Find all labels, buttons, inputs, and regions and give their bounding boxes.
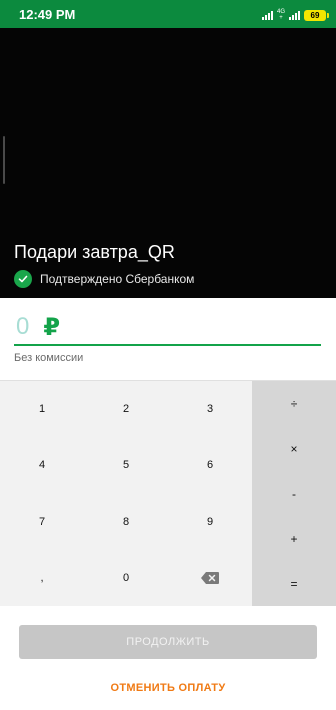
commission-note: Без комиссии — [14, 352, 84, 364]
scrollbar[interactable] — [3, 136, 5, 184]
continue-button[interactable]: ПРОДОЛЖИТЬ — [19, 625, 317, 659]
key-8[interactable]: 8 — [84, 494, 168, 550]
battery-level: 69 — [310, 10, 320, 20]
currency-symbol: ₽ — [43, 313, 61, 341]
amount-input[interactable]: 0 ₽ — [14, 310, 321, 346]
key-4[interactable]: 4 — [0, 437, 84, 493]
key-minus[interactable]: - — [252, 471, 336, 516]
network-type-bottom: + — [279, 15, 283, 21]
network-type-label: 4G + — [277, 9, 285, 21]
key-2[interactable]: 2 — [84, 381, 168, 437]
key-divide[interactable]: ÷ — [252, 381, 336, 426]
status-bar: 12:49 PM 4G + 69 — [0, 0, 336, 28]
status-icons: 4G + 69 — [261, 8, 329, 22]
key-plus[interactable]: + — [252, 516, 336, 561]
key-0[interactable]: 0 — [84, 550, 168, 606]
key-6[interactable]: 6 — [168, 437, 252, 493]
key-comma[interactable]: , — [0, 550, 84, 606]
merchant-header: Подари завтра_QR Подтверждено Сбербанком — [0, 28, 336, 298]
verified-text: Подтверждено Сбербанком — [40, 272, 195, 286]
numeric-keypad: 1 2 3 4 5 6 7 8 9 , 0 ÷ × - + = — [0, 380, 336, 606]
digit-keys: 1 2 3 4 5 6 7 8 9 , 0 — [0, 381, 252, 606]
signal-icon-2 — [289, 10, 300, 20]
check-circle-icon — [14, 270, 32, 288]
verified-badge: Подтверждено Сбербанком — [14, 270, 194, 288]
merchant-name: Подари завтра_QR — [14, 242, 175, 262]
backspace-icon — [201, 571, 219, 584]
battery-icon: 69 — [304, 9, 329, 21]
key-equals[interactable]: = — [252, 561, 336, 606]
key-7[interactable]: 7 — [0, 494, 84, 550]
status-time: 12:49 PM — [19, 7, 76, 22]
key-1[interactable]: 1 — [0, 381, 84, 437]
key-9[interactable]: 9 — [168, 494, 252, 550]
signal-icon — [261, 10, 273, 20]
operator-keys: ÷ × - + = — [252, 381, 336, 606]
backspace-key[interactable] — [168, 550, 252, 606]
key-multiply[interactable]: × — [252, 426, 336, 471]
amount-value: 0 — [16, 313, 30, 340]
key-3[interactable]: 3 — [168, 381, 252, 437]
cancel-payment-button[interactable]: ОТМЕНИТЬ ОПЛАТУ — [0, 678, 336, 698]
key-5[interactable]: 5 — [84, 437, 168, 493]
